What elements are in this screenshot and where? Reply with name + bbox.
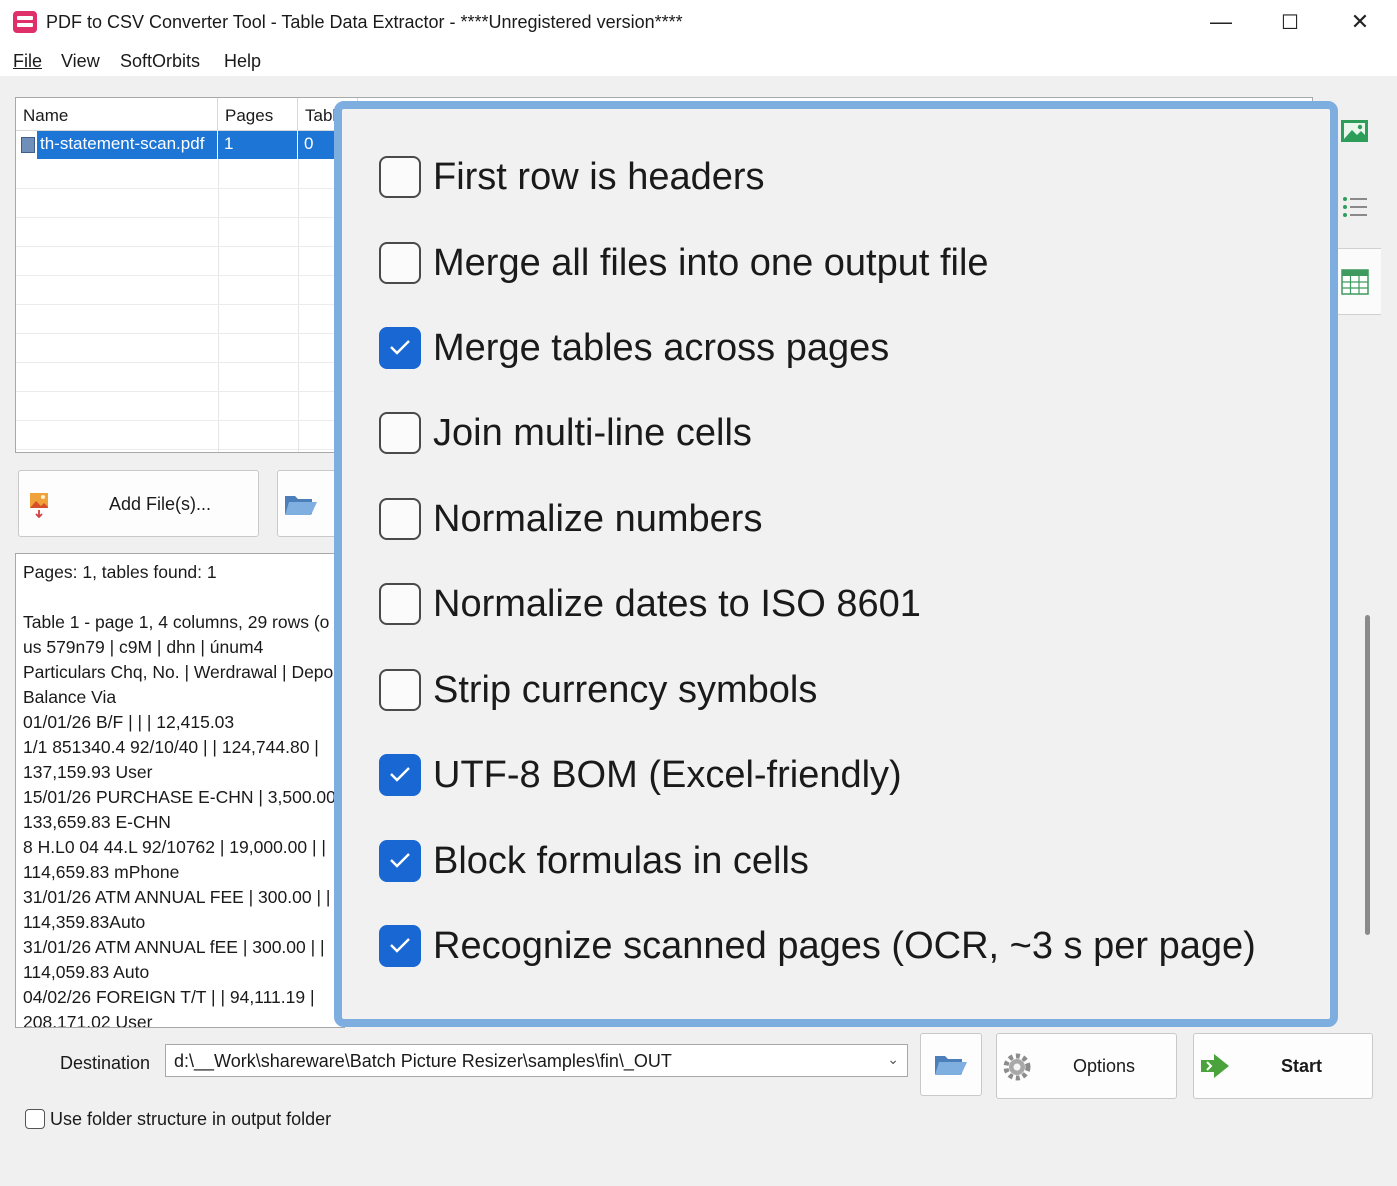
image-preview-icon[interactable] — [1340, 116, 1370, 146]
check-icon — [390, 853, 410, 868]
menu-bar: File View SoftOrbits Help — [0, 44, 1397, 76]
table-view-icon — [1341, 269, 1369, 295]
destination-select[interactable]: d:\__Work\shareware\Batch Picture Resize… — [165, 1044, 908, 1077]
folder-structure-label: Use folder structure in output folder — [50, 1109, 332, 1129]
table-view-button[interactable] — [1336, 248, 1381, 315]
option-label: First row is headers — [433, 156, 765, 198]
options-label: Options — [1073, 1056, 1136, 1076]
log-line: us 579n79 | c9M | dhn | únum4 — [23, 637, 264, 657]
option-checkbox[interactable] — [379, 669, 421, 711]
minimize-button[interactable]: — — [1187, 0, 1255, 44]
file-tables-cell: 0 — [304, 134, 314, 153]
log-line: 137,159.93 User — [23, 762, 153, 782]
log-line: 8 H.L0 04 44.L 92/10762 | 19,000.00 | | — [23, 837, 326, 857]
option-label: UTF-8 BOM (Excel-friendly) — [433, 754, 902, 796]
folder-open-icon — [285, 496, 317, 515]
option-checkbox[interactable] — [379, 840, 421, 882]
start-button[interactable]: Start — [1193, 1033, 1373, 1099]
log-line: 208,171.02 User — [23, 1012, 153, 1028]
menu-file[interactable]: File — [13, 51, 42, 72]
file-type-icon — [21, 137, 35, 153]
options-panel: First row is headers Merge all files into… — [334, 101, 1338, 1027]
chevron-down-icon[interactable]: ⌄ — [887, 1051, 899, 1068]
log-line: 133,659.83 E-CHN — [23, 812, 171, 832]
list-view-icon[interactable] — [1340, 192, 1370, 222]
log-line: 04/02/26 FOREIGN T/T | | 94,111.19 | — [23, 987, 315, 1007]
log-line: 31/01/26 ATM ANNUAL fEE | 300.00 | | — [23, 937, 325, 957]
log-line: 114,059.83 Auto — [23, 962, 150, 982]
log-line: Particulars Chq, No. | Werdrawal | Depos — [23, 662, 343, 682]
file-pages-cell: 1 — [224, 134, 234, 153]
option-label: Merge tables across pages — [433, 327, 890, 369]
check-icon — [390, 340, 410, 355]
add-image-icon — [30, 493, 48, 518]
check-icon — [390, 767, 410, 782]
option-label: Join multi-line cells — [433, 412, 752, 454]
option-label: Block formulas in cells — [433, 840, 809, 882]
option-label: Normalize numbers — [433, 498, 763, 540]
window-title: PDF to CSV Converter Tool - Table Data E… — [46, 12, 683, 32]
column-pages[interactable]: Pages — [218, 98, 298, 131]
option-label: Normalize dates to ISO 8601 — [433, 583, 921, 625]
option-checkbox[interactable] — [379, 925, 421, 967]
folder-open-icon — [935, 1056, 967, 1075]
option-checkbox[interactable] — [379, 754, 421, 796]
log-line: Pages: 1, tables found: 1 — [23, 562, 217, 582]
option-label: Recognize scanned pages (OCR, ~3 s per p… — [433, 925, 1256, 967]
browse-destination-button[interactable] — [920, 1033, 982, 1096]
log-line: 114,659.83 mPhone — [23, 862, 180, 882]
log-line: 15/01/26 PURCHASE E-CHN | 3,500.00 — [23, 787, 336, 807]
start-arrow-icon — [1201, 1054, 1229, 1078]
option-checkbox[interactable] — [379, 498, 421, 540]
destination-label: Destination — [60, 1053, 151, 1073]
column-name[interactable]: Name — [16, 98, 218, 131]
log-line: 1/1 851340.4 92/10/40 | | 124,744.80 | — [23, 737, 319, 757]
option-label: Merge all files into one output file — [433, 242, 989, 284]
start-label: Start — [1281, 1056, 1323, 1076]
add-folder-button[interactable] — [277, 470, 337, 537]
options-button[interactable]: Options — [996, 1033, 1177, 1099]
menu-help[interactable]: Help — [224, 51, 261, 72]
option-checkbox[interactable] — [379, 156, 421, 198]
add-files-label: Add File(s)... — [109, 494, 212, 514]
menu-softorbits[interactable]: SoftOrbits — [120, 51, 200, 72]
scrollbar[interactable] — [1365, 615, 1370, 935]
menu-view[interactable]: View — [61, 51, 100, 72]
add-files-button[interactable]: Add File(s)... — [18, 470, 259, 537]
option-checkbox[interactable] — [379, 327, 421, 369]
log-line: Balance Via — [23, 687, 117, 707]
check-icon — [390, 938, 410, 953]
destination-value: d:\__Work\shareware\Batch Picture Resize… — [174, 1051, 672, 1071]
title-bar: PDF to CSV Converter Tool - Table Data E… — [0, 0, 1397, 44]
option-checkbox[interactable] — [379, 242, 421, 284]
option-label: Strip currency symbols — [433, 669, 818, 711]
file-name-cell: th-statement-scan.pdf — [40, 134, 205, 153]
log-output: Pages: 1, tables found: 1 Table 1 - page… — [15, 553, 345, 1028]
log-line: 31/01/26 ATM ANNUAL FEE | 300.00 | | — [23, 887, 331, 907]
log-line: Table 1 - page 1, 4 columns, 29 rows (o — [23, 612, 330, 632]
app-icon — [13, 11, 37, 33]
log-line: 114,359.83Auto — [23, 912, 146, 932]
option-checkbox[interactable] — [379, 583, 421, 625]
folder-structure-checkbox[interactable] — [25, 1109, 45, 1129]
maximize-button[interactable]: ☐ — [1256, 0, 1324, 44]
log-line: 01/01/26 B/F | | | 12,415.03 — [23, 712, 235, 732]
option-checkbox[interactable] — [379, 412, 421, 454]
gear-icon — [1003, 1053, 1031, 1081]
close-button[interactable]: ✕ — [1326, 0, 1394, 44]
